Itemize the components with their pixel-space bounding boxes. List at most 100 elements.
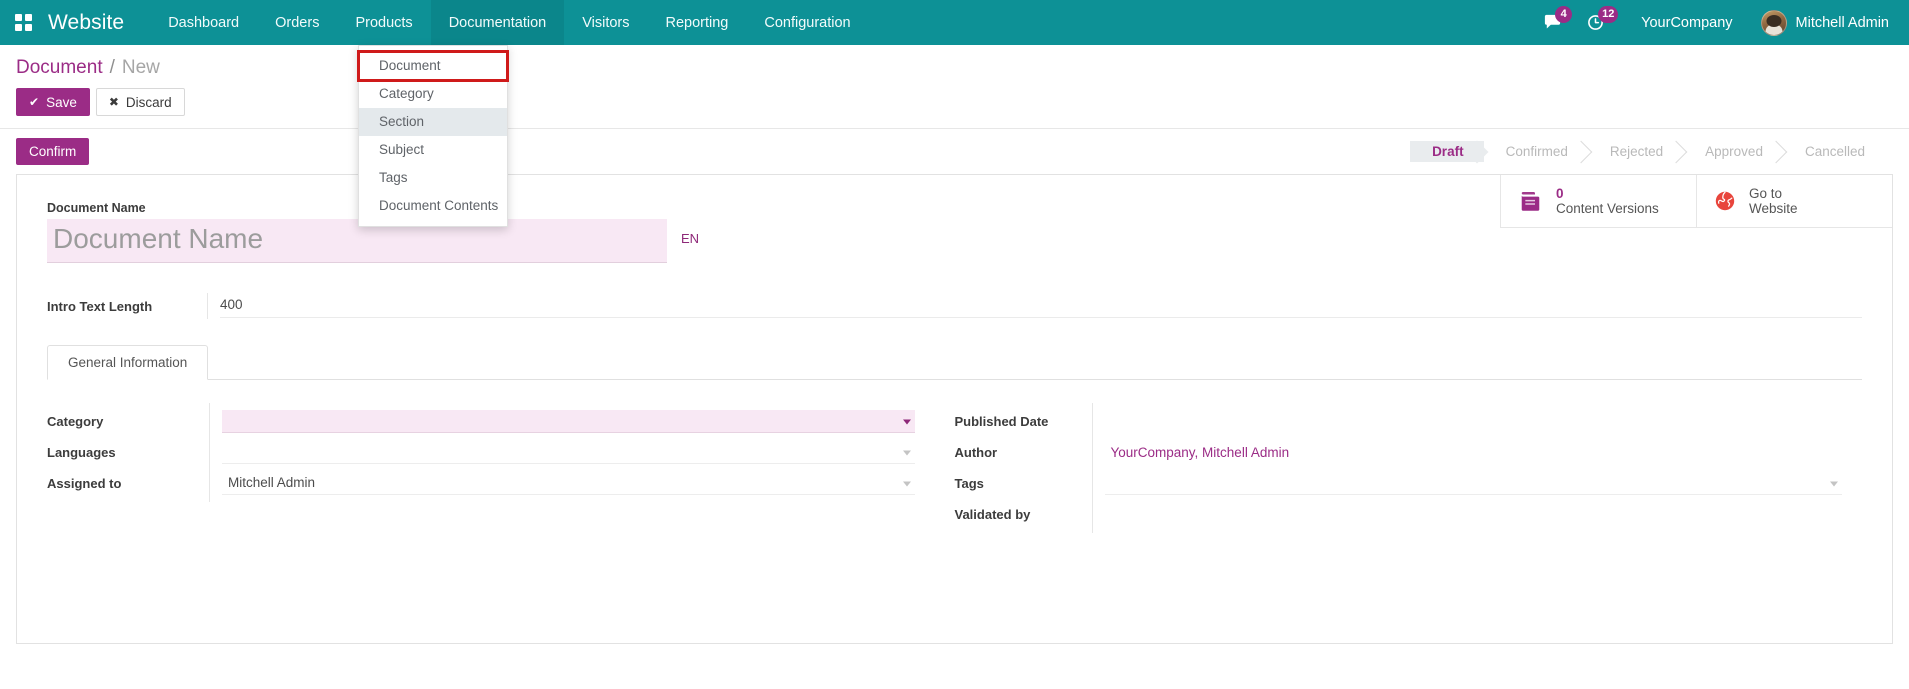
- smart-button-content-versions[interactable]: 0 Content Versions: [1500, 175, 1696, 228]
- tab-general-information[interactable]: General Information: [47, 345, 208, 380]
- field-author: Author YourCompany, Mitchell Admin: [955, 437, 1843, 468]
- document-name-input[interactable]: [47, 219, 667, 263]
- validated-by-control: [1105, 499, 1843, 530]
- author-value[interactable]: YourCompany, Mitchell Admin: [1105, 445, 1290, 460]
- messages-badge: 4: [1555, 6, 1572, 23]
- published-date-control: [1105, 406, 1843, 437]
- save-button[interactable]: ✔ Save: [16, 88, 90, 116]
- apps-menu-icon[interactable]: [0, 0, 46, 45]
- book-icon: [1517, 188, 1544, 215]
- breadcrumb: Document / New: [16, 45, 1893, 82]
- assigned-to-input[interactable]: [222, 472, 915, 495]
- published-date-value[interactable]: [1105, 411, 1843, 433]
- menu-reporting[interactable]: Reporting: [648, 0, 747, 45]
- field-published-date: Published Date: [955, 406, 1843, 437]
- author-label: Author: [955, 445, 1105, 460]
- validated-by-value[interactable]: [1105, 504, 1843, 526]
- company-switcher[interactable]: YourCompany: [1619, 15, 1750, 31]
- globe-icon: [1713, 189, 1737, 213]
- content-versions-label: Content Versions: [1556, 201, 1659, 216]
- discard-button-label: Discard: [126, 95, 172, 110]
- statusbar: Confirm Draft Confirmed Rejected Approve…: [0, 129, 1909, 174]
- intro-text-length-input[interactable]: [220, 295, 1862, 318]
- tab-page-general-information: Category Languages: [47, 380, 1862, 530]
- validated-by-label: Validated by: [955, 507, 1105, 522]
- content-versions-count: 0: [1556, 186, 1659, 201]
- column-divider: [209, 465, 210, 502]
- smart-button-box: 0 Content Versions Go to Website: [1500, 175, 1892, 228]
- field-languages: Languages: [47, 437, 915, 468]
- tags-label: Tags: [955, 476, 1105, 491]
- tags-input[interactable]: [1105, 472, 1843, 495]
- dropdown-item-tags[interactable]: Tags: [359, 164, 507, 192]
- apps-grid-icon: [15, 14, 32, 31]
- intro-text-length-control: [207, 293, 1862, 319]
- navbar-left: Website Dashboard Orders Products Docume…: [0, 0, 869, 45]
- intro-text-length-label: Intro Text Length: [47, 299, 207, 314]
- activities-menu[interactable]: 12: [1576, 0, 1619, 45]
- field-tags: Tags: [955, 468, 1843, 499]
- discard-button[interactable]: ✖ Discard: [96, 88, 185, 116]
- published-date-label: Published Date: [955, 414, 1105, 429]
- app-brand-website[interactable]: Website: [46, 0, 150, 45]
- dropdown-item-document-contents[interactable]: Document Contents: [359, 192, 507, 220]
- notebook: General Information Category: [47, 345, 1862, 530]
- menu-dashboard[interactable]: Dashboard: [150, 0, 257, 45]
- menu-documentation[interactable]: Documentation: [431, 0, 565, 45]
- menu-orders[interactable]: Orders: [257, 0, 337, 45]
- messages-menu[interactable]: 4: [1533, 0, 1576, 45]
- dropdown-item-subject[interactable]: Subject: [359, 136, 507, 164]
- breadcrumb-parent[interactable]: Document: [16, 57, 103, 79]
- languages-label: Languages: [47, 445, 222, 460]
- form-column-right: Published Date Author: [955, 406, 1863, 530]
- intro-text-length-field: Intro Text Length: [47, 293, 1862, 319]
- author-control: YourCompany, Mitchell Admin: [1105, 437, 1843, 468]
- breadcrumb-current: New: [122, 57, 160, 79]
- language-badge-en[interactable]: EN: [667, 219, 699, 246]
- category-control: [222, 406, 915, 437]
- check-icon: ✔: [29, 96, 39, 108]
- navbar-menu: Dashboard Orders Products Documentation …: [150, 0, 868, 45]
- field-category: Category: [47, 406, 915, 437]
- status-draft[interactable]: Draft: [1410, 141, 1484, 162]
- menu-configuration[interactable]: Configuration: [746, 0, 868, 45]
- category-label: Category: [47, 414, 222, 429]
- assigned-to-label: Assigned to: [47, 476, 222, 491]
- category-input[interactable]: [222, 410, 915, 433]
- confirm-button[interactable]: Confirm: [16, 138, 89, 165]
- languages-input[interactable]: [222, 441, 915, 464]
- status-approved[interactable]: Approved: [1683, 141, 1783, 162]
- smart-button-text: 0 Content Versions: [1556, 186, 1659, 216]
- form-sheet-wrapper: 0 Content Versions Go to Website Documen…: [0, 174, 1909, 644]
- breadcrumb-separator: /: [103, 57, 122, 79]
- status-confirmed[interactable]: Confirmed: [1484, 141, 1588, 162]
- top-navbar: Website Dashboard Orders Products Docume…: [0, 0, 1909, 45]
- menu-visitors[interactable]: Visitors: [564, 0, 647, 45]
- dropdown-item-document[interactable]: Document: [359, 52, 507, 80]
- notebook-tabs: General Information: [47, 345, 1862, 380]
- form-column-left: Category Languages: [47, 406, 955, 530]
- go-to-website-label-2: Website: [1749, 201, 1798, 216]
- dropdown-item-category[interactable]: Category: [359, 80, 507, 108]
- form-body: Document Name EN Intro Text Length Gener…: [17, 175, 1892, 540]
- go-to-website-label-1: Go to: [1749, 186, 1798, 201]
- smart-button-go-to-website[interactable]: Go to Website: [1696, 175, 1892, 228]
- languages-control: [222, 437, 915, 468]
- status-rejected[interactable]: Rejected: [1588, 141, 1683, 162]
- form-sheet: 0 Content Versions Go to Website Documen…: [16, 174, 1893, 644]
- status-cancelled[interactable]: Cancelled: [1783, 141, 1885, 162]
- save-button-label: Save: [46, 95, 77, 110]
- status-pipeline: Draft Confirmed Rejected Approved Cancel…: [1410, 141, 1909, 162]
- assigned-to-control: [222, 468, 915, 499]
- user-menu[interactable]: Mitchell Admin: [1751, 10, 1895, 36]
- menu-products[interactable]: Products: [337, 0, 430, 45]
- record-action-buttons: ✔ Save ✖ Discard: [16, 82, 1893, 128]
- user-name: Mitchell Admin: [1796, 15, 1889, 31]
- dropdown-item-section[interactable]: Section: [359, 108, 507, 136]
- avatar: [1761, 10, 1787, 36]
- field-validated-by: Validated by: [955, 499, 1843, 530]
- column-divider: [1092, 496, 1093, 533]
- activities-badge: 12: [1598, 6, 1618, 23]
- navbar-right: 4 12 YourCompany Mitchell Admin: [1533, 0, 1909, 45]
- control-panel: Document / New ✔ Save ✖ Discard: [0, 45, 1909, 128]
